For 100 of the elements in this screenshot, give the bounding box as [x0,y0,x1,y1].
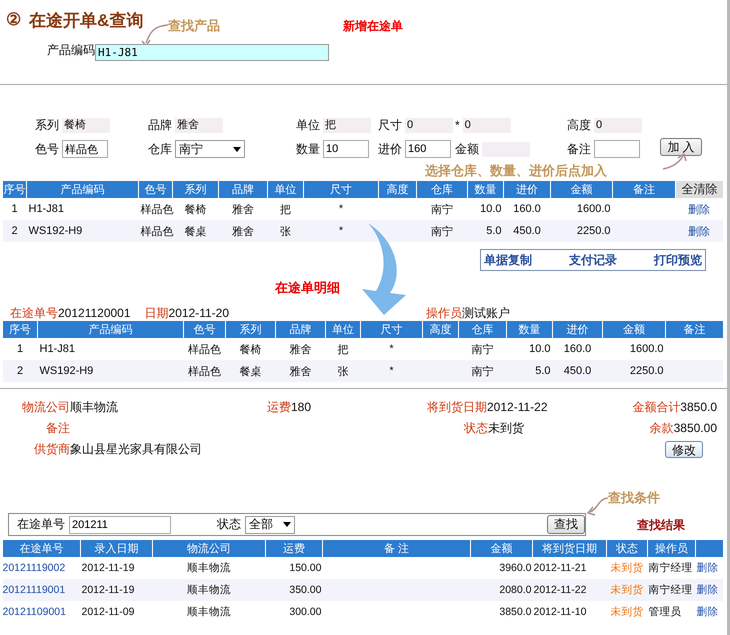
table-cell: 1 [16,343,24,355]
column-header: 备注 [666,321,722,338]
new-order-link[interactable]: 新增在途单 [343,18,403,35]
field-label: 将到货日期 [427,400,487,414]
table-cell: 2250.0 [630,365,664,377]
column-header: 将到货日期 [532,540,606,557]
column-header: 数量 [506,321,552,338]
input-field[interactable]: 10 [323,140,369,158]
status-select[interactable]: 全部 [245,516,295,534]
table-cell: 1600.0 [576,203,610,215]
table-cell: * [338,225,344,237]
column-header: 仓库 [416,181,468,198]
table-cell: 10.0 [529,343,550,355]
table-cell: * [389,365,394,377]
column-header: 录入日期 [80,540,152,557]
step-number: ② [6,9,21,31]
column-header: 色号 [138,181,172,198]
delete-link[interactable]: 删除 [696,606,718,618]
table-cell: 样品色 [188,344,221,356]
table-cell: 张 [338,366,348,378]
field-value: 未到货 [488,421,524,435]
column-header: 序号 [2,321,38,338]
field-label: 金额 [455,140,479,158]
table-cell: 把 [338,344,348,356]
table-cell: 3850.0 [499,606,532,618]
table-cell: 300.00 [289,606,322,618]
field-value: 180 [291,400,312,414]
table-cell: 5.0 [486,225,502,237]
order-link[interactable]: 20121109001 [2,606,66,618]
column-header: 金额 [550,181,612,198]
field-label: 供货商 [34,442,70,456]
product-code-field[interactable]: H1-J81 [95,44,329,61]
table-cell: 2080.0 [499,584,532,596]
search-button[interactable]: 查找 [547,515,585,534]
pointer-arrow [586,495,610,517]
readonly-field: 雅舍 [175,118,223,132]
table-cell: 2 [11,225,18,237]
action-link[interactable]: 支付记录 [569,252,617,268]
column-header: 序号 [2,181,26,198]
section-caption: 在途单明细 [275,279,340,297]
field-label: 尺寸 [378,116,402,134]
table-cell: 样品色 [140,204,174,216]
input-field[interactable]: 样品色 [62,140,108,158]
table-cell: 2012-11-19 [82,562,134,574]
column-header: 进价 [504,181,550,198]
input-field[interactable] [594,140,640,158]
column-header: 高度 [422,321,458,338]
order-link[interactable]: 20121119002 [2,562,66,574]
column-header: 产品编码 [26,181,138,198]
table-cell: 2012-11-19 [82,584,134,596]
field-label: 备注 [567,140,591,158]
delete-link[interactable]: 删除 [688,204,710,216]
table-cell: * [338,203,344,215]
column-header: 状态 [606,540,648,557]
table-cell: 南宁 [472,344,494,356]
column-header: 金额 [470,540,532,557]
field-label: 在途单号 [10,306,58,320]
callout-text: 查找条件 [608,489,660,507]
table-cell: 10.0 [480,203,502,215]
table-cell: 150.00 [289,562,322,574]
action-link[interactable]: 单据复制 [484,252,532,268]
input-field[interactable]: 160 [405,140,451,158]
table-cell: 2012-11-10 [534,606,586,618]
table-cell: 餐椅 [184,204,206,216]
field-label: * [455,118,460,132]
field-label: 在途单号 [17,516,65,533]
caret-icon [233,146,241,152]
field-value: 2012-11-22 [487,400,548,414]
field-value: 象山县星光家具有限公司 [70,442,202,456]
column-header: 进价 [552,321,602,338]
column-header: 单位 [268,181,304,198]
column-header: 操作员 [648,540,696,557]
field-label: 进价 [378,140,402,158]
table-cell: 3960.0 [499,562,532,574]
add-button[interactable]: 加 入 [660,138,702,156]
warehouse-select[interactable]: 南宁 [175,140,245,158]
field-value: 测试账户 [462,306,510,320]
field-label: 金额合计 [632,400,680,414]
table-cell: 样品色 [140,226,174,238]
table-cell: 把 [280,204,291,216]
delete-link[interactable]: 删除 [696,562,718,574]
status-text: 未到货 [610,606,644,618]
hint-text: 选择仓库、数量、进价后点加入 [425,162,607,180]
table-cell: 450.0 [564,365,592,377]
page-title: 在途开单&查询 [29,10,144,32]
table-cell: 2250.0 [576,225,610,237]
order-number-field[interactable]: 201211 [69,516,171,534]
table-cell: * [389,343,394,355]
table-cell: 管理员 [648,606,682,618]
edit-button[interactable]: 修改 [665,441,703,458]
table-cell: 顺丰物流 [187,606,231,618]
table-cell: WS192-H9 [40,365,94,377]
table-cell: 南宁经理 [648,562,692,574]
column-header: 高度 [378,181,416,198]
table-cell: 南宁 [431,204,453,216]
field-label: 备注 [46,421,70,435]
readonly-field: 把 [323,118,371,132]
action-link[interactable]: 打印预览 [654,252,702,268]
table-cell: 张 [280,226,291,238]
field-label: 色号 [35,140,59,158]
